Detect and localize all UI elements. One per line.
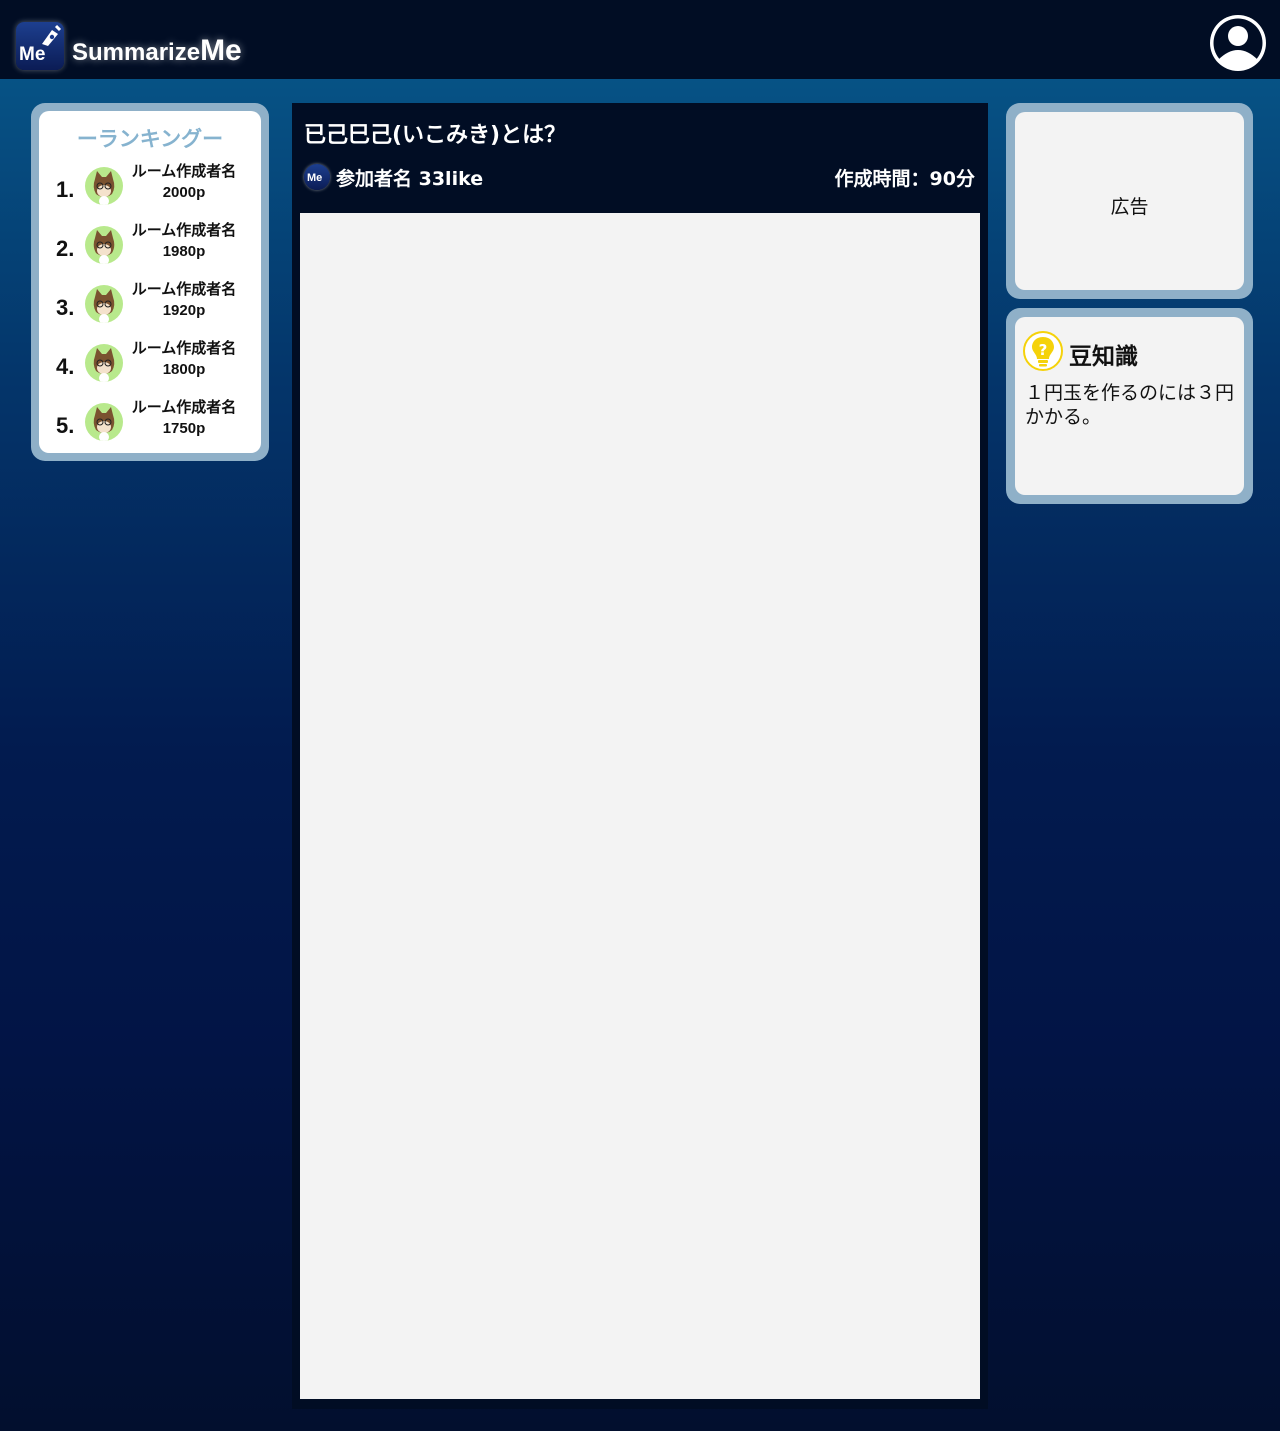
ad-panel: 広告 xyxy=(1006,103,1253,299)
ranking-item[interactable]: 4. ルーム作成者名 1800p xyxy=(39,339,269,400)
ranking-item-points: 1920p xyxy=(162,302,206,319)
ranking-item-name: ルーム作成者名 xyxy=(131,221,237,239)
rank-number: 1. xyxy=(56,177,75,202)
logo-text-main: Summarize xyxy=(72,39,201,66)
rank-number: 2. xyxy=(56,236,75,261)
ad-label: 広告 xyxy=(1110,196,1149,218)
cat-avatar-icon xyxy=(93,171,115,205)
cat-avatar-icon xyxy=(93,407,115,441)
ranking-item[interactable]: 2. ルーム作成者名 1980p xyxy=(39,221,269,282)
participant-avatar[interactable]: Me xyxy=(304,164,330,190)
avatar xyxy=(85,226,123,264)
cat-avatar-icon xyxy=(93,348,115,382)
ranking-item-name: ルーム作成者名 xyxy=(131,339,237,357)
lightbulb-icon: ? xyxy=(1023,331,1063,371)
ranking-item-points: 1750p xyxy=(162,420,206,437)
ranking-item-points: 1980p xyxy=(162,243,206,260)
app-header: Me SummarizeMe xyxy=(0,0,1280,79)
logo-icon[interactable]: Me xyxy=(16,22,64,70)
rank-number: 3. xyxy=(56,295,75,320)
avatar xyxy=(85,403,123,441)
logo-text-big: Me xyxy=(200,34,242,67)
ranking-list: 1. ルーム作成者名 2000p 2. ルーム作成者名 1980p 3. ルーム… xyxy=(39,111,261,453)
ranking-item-name: ルーム作成者名 xyxy=(131,280,237,298)
participant-info: 参加者名 33like xyxy=(336,168,484,190)
ranking-item-points: 2000p xyxy=(162,184,206,201)
created-time: 作成時間：90分 xyxy=(834,168,975,190)
trivia-text: １円玉を作るのには３円かかる。 xyxy=(1025,382,1235,428)
room-title: 已己巳己(いこみき)とは？ xyxy=(304,123,567,148)
ranking-item[interactable]: 3. ルーム作成者名 1920p xyxy=(39,280,269,341)
room-main-panel: 已己巳己(いこみき)とは？ Me 参加者名 33like 作成時間：90分 xyxy=(292,103,988,1409)
rank-number: 4. xyxy=(56,354,75,379)
avatar xyxy=(85,344,123,382)
participant-avatar-text: Me xyxy=(307,172,323,184)
logo-mark-text: Me xyxy=(19,44,46,65)
room-content-area[interactable] xyxy=(300,213,980,1399)
ranking-item-name: ルーム作成者名 xyxy=(131,162,237,180)
trivia-title: 豆知識 xyxy=(1069,344,1138,370)
cat-avatar-icon xyxy=(93,289,115,323)
app-logo-text[interactable]: SummarizeMe xyxy=(72,34,242,68)
avatar xyxy=(85,167,123,205)
ad-panel-inner[interactable]: 広告 xyxy=(1015,112,1244,290)
cat-avatar-icon xyxy=(93,230,115,264)
ranking-item-points: 1800p xyxy=(162,361,206,378)
ranking-item-name: ルーム作成者名 xyxy=(131,398,237,416)
trivia-panel: ? 豆知識 １円玉を作るのには３円かかる。 xyxy=(1006,308,1253,504)
avatar xyxy=(85,285,123,323)
trivia-panel-inner: ? 豆知識 １円玉を作るのには３円かかる。 xyxy=(1015,317,1244,495)
user-avatar-icon xyxy=(1210,15,1266,71)
rank-number: 5. xyxy=(56,413,75,438)
ranking-item[interactable]: 1. ルーム作成者名 2000p xyxy=(39,162,269,223)
user-account-button[interactable] xyxy=(1209,14,1267,72)
svg-text:?: ? xyxy=(1039,341,1048,359)
ranking-item[interactable]: 5. ルーム作成者名 1750p xyxy=(39,398,269,459)
